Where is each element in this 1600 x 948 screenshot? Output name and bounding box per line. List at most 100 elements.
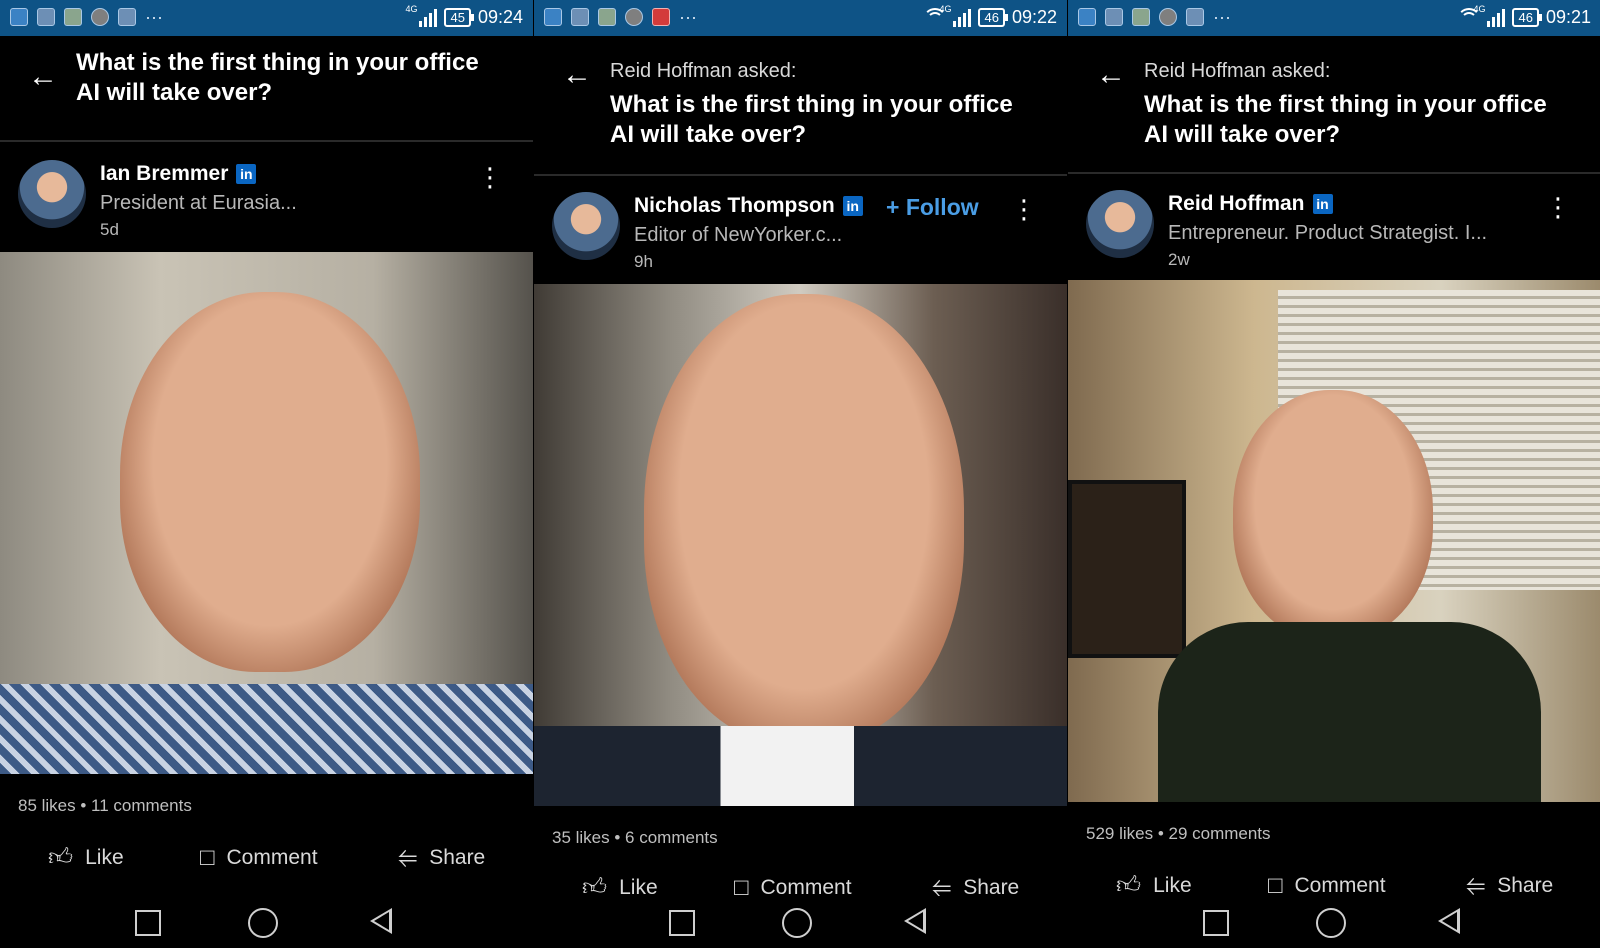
more-options-icon[interactable]: ⋮ bbox=[1011, 196, 1037, 222]
home-icon[interactable] bbox=[1316, 908, 1346, 938]
speaker-face bbox=[120, 292, 420, 672]
app-icon bbox=[625, 8, 643, 26]
screen-panel-1: ··· 4G 45 09:24 ← What is the first thin… bbox=[0, 0, 533, 948]
avatar[interactable] bbox=[18, 160, 86, 228]
share-icon: ⥢ bbox=[932, 874, 952, 896]
linkedin-badge-icon: in bbox=[842, 196, 863, 216]
back-arrow-icon[interactable]: ← bbox=[1096, 60, 1126, 90]
home-icon[interactable] bbox=[782, 908, 812, 938]
status-bar: ··· 4G 45 09:24 bbox=[0, 0, 533, 36]
photo-icon bbox=[1186, 8, 1204, 26]
avatar[interactable] bbox=[552, 192, 620, 260]
app-notification-icon bbox=[571, 8, 589, 26]
author-row[interactable]: Ian Bremmer in President at Eurasia... 5d… bbox=[0, 144, 533, 244]
recents-icon[interactable] bbox=[135, 910, 161, 936]
android-nav-bar bbox=[0, 896, 533, 948]
more-notifications-icon: ··· bbox=[145, 7, 163, 27]
share-icon: ⥢ bbox=[1466, 872, 1486, 896]
share-button[interactable]: ⥢ Share bbox=[398, 844, 485, 872]
question-header: ← What is the first thing in your office… bbox=[0, 36, 533, 142]
more-options-icon[interactable]: ⋮ bbox=[477, 164, 503, 190]
like-button[interactable]: 👍︎ Like bbox=[1116, 872, 1192, 896]
battery-icon: 46 bbox=[1512, 8, 1543, 27]
author-name[interactable]: Reid Hoffman bbox=[1168, 192, 1305, 216]
linkedin-badge-icon: in bbox=[1312, 194, 1333, 214]
comment-button[interactable]: □ Comment bbox=[1268, 872, 1386, 896]
screen-panel-2: ··· 4G 46 09:22 ← Reid Hoffman asked: Wh… bbox=[534, 0, 1067, 948]
speaker-face bbox=[1233, 390, 1433, 640]
share-button[interactable]: ⥢ Share bbox=[932, 874, 1019, 896]
signal-icon: 4G bbox=[939, 4, 972, 27]
battery-icon: 46 bbox=[978, 8, 1009, 27]
back-nav-icon[interactable] bbox=[370, 908, 392, 934]
comment-icon: □ bbox=[200, 844, 215, 871]
activity-icon bbox=[10, 8, 28, 26]
share-button[interactable]: ⥢ Share bbox=[1466, 872, 1553, 896]
engagement-stats[interactable]: 85 likes • 11 comments bbox=[18, 796, 192, 816]
mail-icon bbox=[652, 8, 670, 26]
more-notifications-icon: ··· bbox=[1213, 7, 1231, 27]
like-button[interactable]: 👍︎ Like bbox=[582, 874, 658, 896]
back-arrow-icon[interactable]: ← bbox=[28, 62, 58, 92]
gallery-icon bbox=[64, 8, 82, 26]
author-row[interactable]: Reid Hoffman in Entrepreneur. Product Str… bbox=[1068, 174, 1600, 274]
author-name[interactable]: Nicholas Thompson bbox=[634, 194, 835, 218]
speaker-shirt bbox=[1158, 622, 1541, 802]
post-time: 5d bbox=[100, 220, 119, 239]
author-row[interactable]: Nicholas Thompson in + Follow Editor of N… bbox=[534, 176, 1067, 276]
video-player[interactable] bbox=[0, 252, 533, 774]
speaker-suit bbox=[534, 726, 1067, 806]
author-headline: Entrepreneur. Product Strategist. I... bbox=[1168, 222, 1488, 244]
avatar[interactable] bbox=[1086, 190, 1154, 258]
question-title: What is the first thing in your office A… bbox=[76, 49, 479, 106]
more-options-icon[interactable]: ⋮ bbox=[1545, 194, 1571, 220]
author-headline: Editor of NewYorker.c... bbox=[634, 224, 843, 246]
post-time: 9h bbox=[634, 252, 653, 271]
video-player[interactable] bbox=[1068, 280, 1600, 802]
like-button[interactable]: 👍︎ Like bbox=[48, 844, 124, 872]
status-time: 09:21 bbox=[1545, 7, 1591, 27]
author-name[interactable]: Ian Bremmer bbox=[100, 162, 228, 186]
app-notification-icon bbox=[1105, 8, 1123, 26]
app-icon bbox=[91, 8, 109, 26]
gallery-icon bbox=[1132, 8, 1150, 26]
author-headline: President at Eurasia... bbox=[100, 192, 297, 214]
activity-icon bbox=[1078, 8, 1096, 26]
post-time: 2w bbox=[1168, 250, 1190, 269]
asked-by: Reid Hoffman asked: bbox=[610, 60, 797, 82]
status-bar: ··· 4G 46 09:22 bbox=[534, 0, 1067, 36]
question-title: What is the first thing in your office A… bbox=[610, 91, 1013, 148]
comment-button[interactable]: □ Comment bbox=[200, 844, 318, 872]
home-icon[interactable] bbox=[248, 908, 278, 938]
status-bar: ··· 4G 46 09:21 bbox=[1068, 0, 1600, 36]
screen-panel-3: ··· 4G 46 09:21 ← Reid Hoffman asked: Wh… bbox=[1068, 0, 1600, 948]
question-header: ← Reid Hoffman asked: What is the first … bbox=[1068, 36, 1600, 174]
speaker-shirt bbox=[0, 684, 533, 774]
notification-icons: ··· bbox=[1078, 8, 1231, 26]
follow-button[interactable]: + Follow bbox=[886, 194, 979, 221]
speaker-face bbox=[644, 294, 964, 744]
status-time: 09:24 bbox=[477, 7, 523, 27]
back-nav-icon[interactable] bbox=[1438, 908, 1460, 934]
android-nav-bar bbox=[534, 896, 1067, 948]
status-time: 09:22 bbox=[1011, 7, 1057, 27]
recents-icon[interactable] bbox=[1203, 910, 1229, 936]
app-notification-icon bbox=[37, 8, 55, 26]
share-icon: ⥢ bbox=[398, 844, 418, 871]
back-arrow-icon[interactable]: ← bbox=[562, 60, 592, 90]
video-player[interactable] bbox=[534, 284, 1067, 806]
linkedin-badge-icon: in bbox=[236, 164, 257, 184]
app-icon bbox=[1159, 8, 1177, 26]
thumbs-up-icon: 👍︎ bbox=[582, 874, 608, 896]
activity-icon bbox=[544, 8, 562, 26]
comment-icon: □ bbox=[1268, 872, 1283, 896]
back-nav-icon[interactable] bbox=[904, 908, 926, 934]
signal-icon: 4G bbox=[1473, 4, 1506, 27]
comment-button[interactable]: □ Comment bbox=[734, 874, 852, 896]
signal-icon: 4G bbox=[405, 4, 438, 27]
thumbs-up-icon: 👍︎ bbox=[1116, 872, 1142, 896]
recents-icon[interactable] bbox=[669, 910, 695, 936]
notification-icons: ··· bbox=[544, 8, 697, 26]
engagement-stats[interactable]: 529 likes • 29 comments bbox=[1086, 824, 1271, 844]
engagement-stats[interactable]: 35 likes • 6 comments bbox=[552, 828, 718, 848]
